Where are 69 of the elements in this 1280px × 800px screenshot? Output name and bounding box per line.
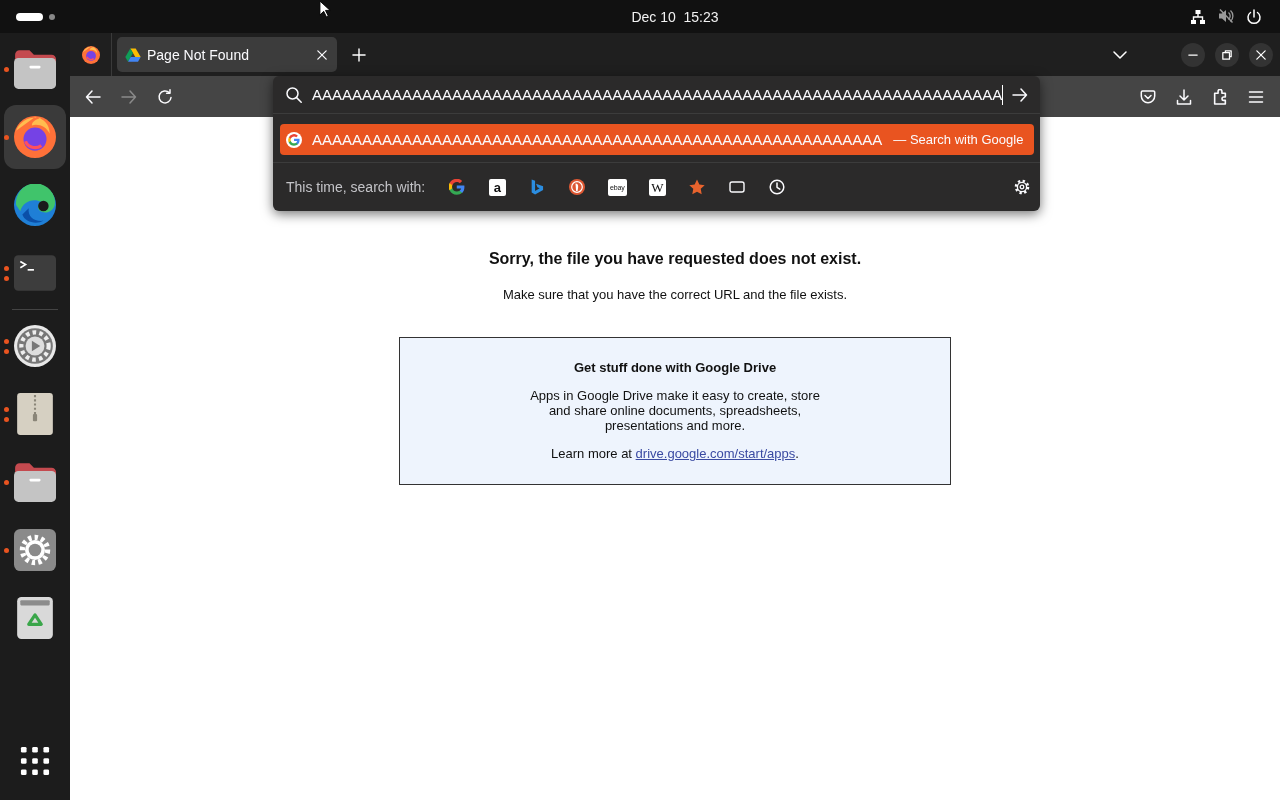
muted-speaker-icon[interactable]: [1218, 8, 1234, 23]
search-action-label: — Search with Google: [893, 132, 1024, 147]
search-engine-button[interactable]: W: [648, 178, 666, 196]
activities-button[interactable]: [16, 12, 56, 21]
learn-more-text: Learn more at drive.google.com/start/apps.: [551, 446, 799, 461]
running-dot-icon: [4, 547, 9, 553]
browser-tab[interactable]: Page Not Found: [117, 37, 337, 72]
back-arrow-icon: [85, 88, 101, 105]
address-field[interactable]: AAAAAAAAAAAAAAAAAAAAAAAAAAAAAAAAAAAAAAAAAAAAAAAAAAAAAAAAAAAAAAAAAAAAA: [273, 76, 1040, 114]
close-icon: [317, 49, 327, 60]
folder-icon: [14, 461, 56, 503]
promo-title: Get stuff done with Google Drive: [573, 360, 777, 376]
recycle-bin-icon: [14, 597, 56, 639]
settings-icon: [14, 529, 56, 571]
running-dot-icon: [4, 265, 9, 271]
power-icon[interactable]: [1246, 8, 1262, 25]
zipper-icon: [14, 393, 56, 435]
download-icon: [1176, 88, 1192, 105]
search-suggestion[interactable]: AAAAAAAAAAAAAAAAAAAAAAAAAAAAAAAAAAAAAAAAAAAAAAAAAAAAAAAAA — Search with Google: [280, 124, 1034, 155]
error-message: Make sure that you have the correct URL and the file exists.: [502, 287, 848, 302]
search-icon: [286, 86, 302, 103]
running-dot-icon: [4, 406, 9, 412]
reload-icon: [157, 88, 173, 105]
restore-icon: [1222, 49, 1232, 60]
search-engine-button[interactable]: a: [488, 178, 506, 196]
minimize-icon: [1188, 53, 1198, 56]
browser-logo-icon: [14, 116, 56, 158]
running-dot-icon: [4, 66, 9, 72]
suggestion-text: AAAAAAAAAAAAAAAAAAAAAAAAAAAAAAAAAAAAAAAAAAAAAAAAAAAAAAAAA: [312, 131, 883, 148]
dock-item[interactable]: [4, 105, 66, 169]
clock-text[interactable]: Dec 10 15:23: [631, 8, 719, 25]
gear-play-icon: [14, 325, 56, 367]
terminal-icon: [14, 252, 56, 294]
network-icon[interactable]: [1190, 8, 1206, 25]
swirl-logo-icon: [14, 184, 56, 226]
workspace-dots-icon: [16, 12, 56, 21]
plus-icon: [352, 47, 366, 62]
tab-outline-icon: [729, 179, 746, 195]
folder-icon: [14, 48, 56, 90]
forward-arrow-icon: [121, 88, 137, 105]
running-dot-icon: [4, 416, 9, 422]
app-grid-icon: [20, 746, 50, 776]
error-heading: Sorry, the file you have requested does not exist.: [488, 250, 862, 268]
g-logo-icon: [449, 179, 466, 195]
running-dot-icon: [4, 479, 9, 485]
restore-button[interactable]: [1215, 42, 1239, 67]
settings-icon: [1014, 179, 1030, 195]
go-arrow-icon: [1012, 87, 1028, 102]
pocket-icon: [1140, 88, 1156, 105]
close-window-button[interactable]: [1249, 42, 1273, 67]
running-dot-icon: [4, 338, 9, 344]
star-icon: [689, 179, 706, 195]
running-dot-icon: [4, 275, 9, 281]
search-with-label: This time, search with:: [286, 179, 426, 195]
circle-logo-icon: [569, 179, 586, 195]
puzzle-icon: [1212, 88, 1228, 105]
swoosh-logo-icon: [529, 179, 546, 195]
mouse-pointer-icon: [319, 0, 332, 18]
menu-icon: [1248, 88, 1264, 105]
minimize-button[interactable]: [1181, 42, 1205, 67]
running-dot-icon: [4, 134, 9, 140]
browser-logo-icon[interactable]: [81, 45, 100, 64]
chevron-down-icon: [1113, 50, 1127, 59]
promo-description: Apps in Google Drive make it easy to create, store and share online documents, spreadsheets, presentations and more.: [529, 388, 821, 433]
close-icon: [1256, 49, 1266, 60]
g-logo-icon: [286, 131, 302, 148]
running-dot-icon: [4, 348, 9, 354]
triangle-logo-icon: [125, 47, 141, 62]
clock-icon: [769, 179, 786, 195]
